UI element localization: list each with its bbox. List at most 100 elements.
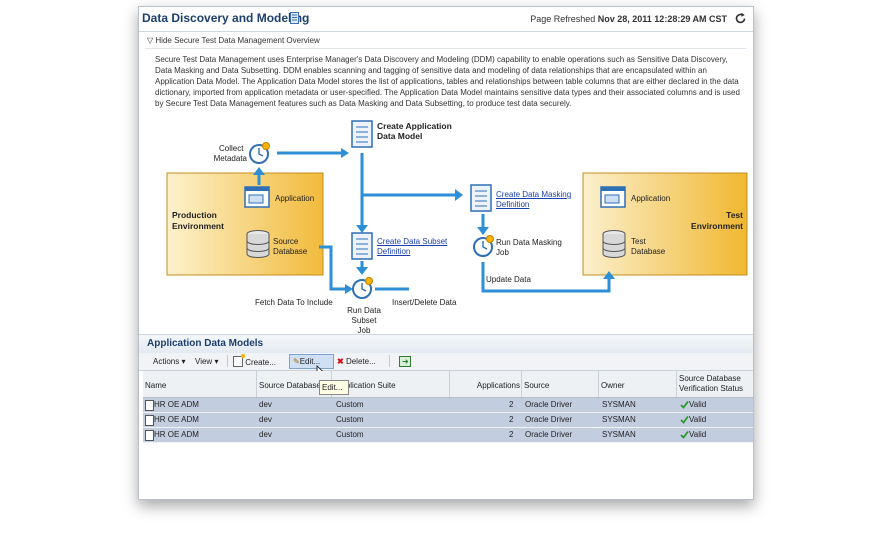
delete-button[interactable]: ✖ Delete... — [337, 356, 376, 367]
export-icon[interactable]: ➜ — [399, 356, 411, 367]
cell-source: Oracle Driver — [525, 400, 573, 409]
collect-metadata-line2: Metadata — [213, 154, 247, 163]
cell-name[interactable]: HR OE ADM — [154, 400, 199, 410]
subset-link-line2[interactable]: Definition — [377, 247, 447, 257]
col-applications[interactable]: Applications — [449, 371, 522, 397]
prod-source-db-label: Source Database — [273, 237, 307, 257]
col-source-label[interactable]: Source — [524, 381, 549, 391]
create-adm-line1: Create Application — [377, 121, 452, 131]
production-application-icon — [244, 186, 270, 208]
workflow-diagram — [166, 120, 748, 299]
cell-source-db: dev — [259, 400, 272, 409]
application-data-models-header: Application Data Models — [139, 334, 753, 354]
col-owner[interactable]: Owner — [598, 371, 677, 397]
cell-apps: 2 — [509, 415, 514, 424]
cell-owner: SYSMAN — [602, 415, 636, 424]
cell-source-db: dev — [259, 415, 272, 424]
table-row[interactable]: HR OE ADM dev Custom 2 Oracle Driver SYS… — [143, 428, 753, 443]
create-adm-label: Create Application Data Model — [377, 121, 452, 141]
masking-link-line1[interactable]: Create Data Masking — [496, 190, 571, 200]
subset-definition-icon — [351, 232, 373, 260]
view-menu[interactable]: View ▾ — [195, 356, 218, 367]
arrowhead-collect — [253, 167, 265, 175]
col-verification-status[interactable]: Source Database Verification Status — [676, 371, 753, 397]
collect-metadata-line1: Collect — [219, 144, 244, 153]
test-application-icon — [600, 186, 626, 208]
test-env-line1: Test — [726, 210, 743, 220]
view-label[interactable]: View — [195, 357, 212, 366]
arrowhead-run-subset — [356, 267, 368, 275]
cell-suite: Custom — [336, 415, 364, 424]
run-masking-clock-icon — [473, 235, 494, 257]
adm-document-icon — [145, 430, 154, 441]
adm-document-icon — [145, 400, 154, 411]
test-environment-label: Test Environment — [685, 210, 743, 232]
prod-application-label: Application — [275, 194, 315, 203]
col-status-label[interactable]: Source Database Verification Status — [679, 374, 749, 394]
test-db-line1: Test — [631, 237, 646, 246]
run-subset-line1: Run Data — [347, 306, 381, 315]
create-icon[interactable] — [233, 354, 245, 367]
cell-suite: Custom — [336, 400, 364, 409]
col-source-db-label[interactable]: Source Database — [259, 381, 321, 391]
toolbar-separator — [389, 355, 390, 367]
table-row[interactable]: HR OE ADM dev Custom 2 Oracle Driver SYS… — [143, 413, 753, 428]
create-adm-line2: Data Model — [377, 131, 423, 141]
create-masking-definition-link[interactable]: Create Data Masking Definition — [496, 190, 571, 210]
arrowhead-adm — [341, 148, 349, 158]
cell-owner: SYSMAN — [602, 430, 636, 439]
adm-document-icon — [145, 415, 154, 426]
create-button[interactable]: Create... — [233, 354, 276, 368]
production-environment-label: Production Environment — [172, 210, 224, 232]
cell-status: Valid — [689, 400, 707, 409]
toolbar-separator — [227, 355, 228, 367]
masking-definition-icon — [470, 184, 492, 212]
chevron-down-icon[interactable]: ▾ — [181, 357, 185, 366]
collect-metadata-label: Collect Metadata — [214, 144, 247, 164]
cell-status: Valid — [689, 430, 707, 439]
export-button[interactable]: ➜ — [399, 356, 411, 368]
collect-metadata-clock-icon — [249, 142, 270, 164]
cell-source-db: dev — [259, 430, 272, 439]
cell-status: Valid — [689, 415, 707, 424]
test-env-line2: Environment — [691, 221, 743, 231]
cell-name[interactable]: HR OE ADM — [154, 430, 199, 440]
arrowhead-subset — [356, 225, 368, 233]
run-subset-clock-icon — [352, 277, 373, 299]
test-database-icon — [602, 230, 626, 258]
edit-tooltip: Edit... — [319, 380, 349, 395]
actions-label[interactable]: Actions — [153, 357, 179, 366]
adm-document-icon — [351, 120, 373, 148]
actions-menu[interactable]: Actions ▾ — [153, 356, 185, 367]
test-db-line2: Database — [631, 247, 666, 256]
col-owner-label[interactable]: Owner — [601, 381, 625, 391]
table-header: Name Source Database Application Suite A… — [143, 371, 753, 398]
test-application-label: Application — [631, 194, 671, 203]
create-subset-definition-link[interactable]: Create Data Subset Definition — [377, 237, 447, 257]
create-label[interactable]: Create... — [245, 358, 276, 367]
production-line1: Production — [172, 210, 217, 220]
subset-link-line1[interactable]: Create Data Subset — [377, 237, 447, 247]
col-name[interactable]: Name — [143, 371, 256, 397]
production-line2: Environment — [172, 221, 224, 231]
masking-link-line2[interactable]: Definition — [496, 200, 571, 210]
col-source[interactable]: Source — [521, 371, 599, 397]
arrowhead-run-masking — [477, 227, 489, 235]
insert-delete-label: Insert/Delete Data — [392, 298, 457, 307]
check-icon — [680, 415, 689, 424]
run-masking-line1: Run Data Masking — [496, 238, 562, 247]
pencil-icon[interactable]: ✎ — [293, 357, 300, 366]
col-apps-label[interactable]: Applications — [477, 381, 520, 391]
cell-name[interactable]: HR OE ADM — [154, 415, 199, 425]
delete-x-icon[interactable]: ✖ — [337, 357, 344, 366]
col-name-label[interactable]: Name — [145, 381, 166, 391]
chevron-down-icon[interactable]: ▾ — [214, 357, 218, 366]
update-data-label: Update Data — [486, 275, 531, 284]
table-row[interactable]: HR OE ADM dev Custom 2 Oracle Driver SYS… — [143, 398, 753, 413]
cell-owner: SYSMAN — [602, 400, 636, 409]
cell-apps: 2 — [509, 400, 514, 409]
delete-label[interactable]: Delete... — [346, 357, 376, 366]
check-icon — [680, 430, 689, 439]
ddm-panel: Data Discovery and Modeling Page Refresh… — [138, 6, 754, 500]
run-masking-job-label: Run Data Masking Job — [496, 238, 562, 258]
